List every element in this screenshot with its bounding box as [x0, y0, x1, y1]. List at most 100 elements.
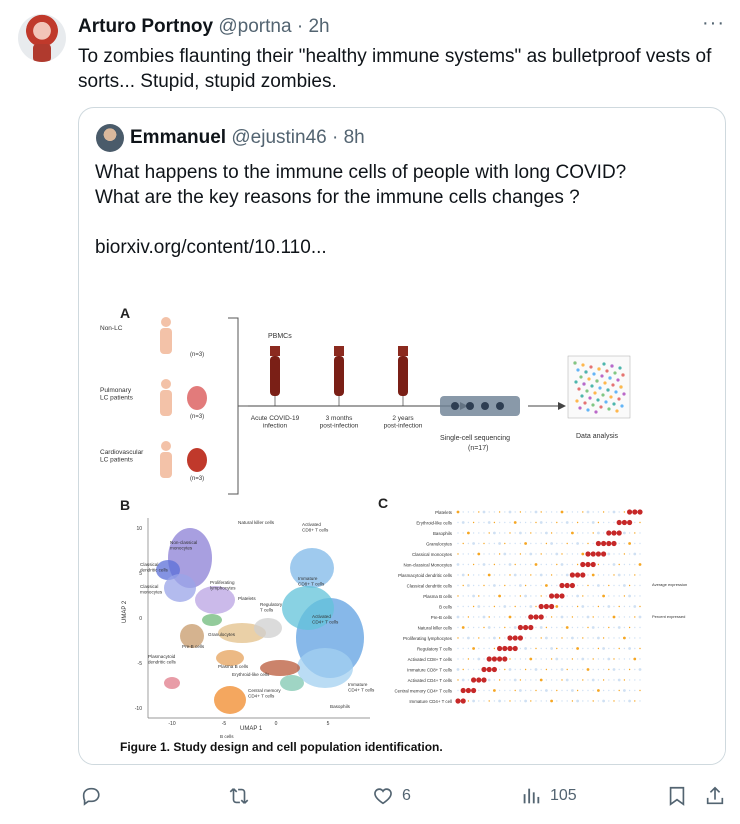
dotplot-dot	[623, 636, 626, 640]
dotplot-dot	[638, 615, 642, 619]
dotplot-dot	[498, 637, 501, 639]
person-body	[160, 328, 172, 354]
dotplot-dot	[556, 511, 558, 513]
dotplot-dot	[569, 572, 575, 578]
dotplot-row-label: B cells	[439, 605, 453, 610]
dotplot-dot	[503, 552, 507, 556]
dotplot-dot	[530, 563, 532, 566]
dotplot-dot	[455, 698, 461, 704]
author-name[interactable]: Arturo Portnoy	[78, 16, 213, 37]
dotplot-dot	[634, 521, 636, 524]
quoted-author-handle: @ejustin46	[231, 127, 327, 148]
dotplot-dot	[478, 689, 480, 692]
dotplot-dot	[524, 637, 527, 639]
tweet-time[interactable]: 2h	[308, 16, 329, 37]
dotplot-dot	[534, 668, 538, 671]
dotplot-dot	[504, 700, 506, 702]
dotplot-dot	[607, 605, 611, 608]
views-button[interactable]: 105	[520, 778, 577, 814]
dotplot-dot	[472, 605, 475, 608]
dotplot-dot	[545, 595, 548, 597]
dotplot-dot	[535, 658, 537, 660]
dotplot-dot	[457, 679, 459, 681]
dotplot-dot	[571, 521, 574, 524]
dotplot-dot	[587, 700, 589, 702]
author-handle[interactable]: @portna	[218, 16, 291, 37]
dotplot-dot	[618, 647, 620, 650]
dotplot-dot	[482, 510, 486, 514]
dotplot-dot	[556, 637, 558, 639]
dotplot-dot	[627, 519, 633, 526]
dotplot-dot	[498, 668, 501, 671]
dotplot-dot	[530, 511, 532, 513]
dotplot-dot	[539, 521, 543, 524]
dotplot-dot	[639, 700, 641, 702]
dotplot-dot	[533, 614, 539, 620]
dotplot-dot	[634, 647, 636, 650]
more-options-icon[interactable]: ···	[702, 12, 725, 35]
dotplot-dot	[556, 521, 558, 524]
dotplot-dot	[456, 615, 460, 619]
dotplot-dot	[471, 687, 477, 694]
dotplot-dot	[472, 574, 475, 576]
dotplot-dot	[462, 563, 464, 566]
dotplot-dot	[613, 584, 615, 587]
dotplot-dot	[576, 605, 579, 608]
share-button[interactable]	[704, 778, 726, 814]
like-button[interactable]: 6	[372, 778, 411, 814]
dotplot-dot	[472, 563, 475, 566]
dotplot-dot	[613, 626, 615, 629]
umap-cluster-label: B cells	[220, 734, 234, 739]
retweet-button[interactable]	[228, 778, 258, 814]
legend-average: Average expression	[652, 582, 687, 587]
dotplot-dot	[628, 647, 631, 650]
umap-cluster	[297, 648, 353, 688]
dotplot-dot	[493, 647, 496, 650]
dotplot-dot	[524, 605, 527, 608]
dotplot-dot	[524, 594, 527, 598]
blood-tube	[334, 356, 344, 396]
author-avatar[interactable]	[18, 14, 66, 62]
dotplot-dot	[462, 658, 464, 660]
dotplot-dot	[457, 521, 459, 524]
dotplot-dot	[514, 658, 516, 660]
dotplot-dots	[455, 509, 643, 704]
dotplot-dot	[608, 584, 610, 587]
umap-cluster	[214, 686, 246, 714]
dotplot-dot	[634, 584, 636, 587]
dotplot-dot	[571, 700, 574, 702]
dotplot-dot	[478, 584, 480, 587]
dotplot-dot	[498, 689, 501, 692]
umap-y-tick: 10	[136, 526, 142, 532]
dotplot-dot	[555, 552, 559, 556]
dotplot-dot	[582, 511, 584, 513]
dotplot-dot	[457, 553, 459, 555]
dotplot-dot	[540, 584, 542, 587]
attached-figure-image[interactable]: A Non-LC (n=3) Pulmonary LC patients (n=3) Ca…	[80, 288, 725, 764]
bookmark-button[interactable]	[666, 778, 688, 814]
dotplot-dot	[576, 532, 579, 534]
quoted-tweet[interactable]: Emmanuel @ejustin46 · 8h What happens to…	[78, 107, 726, 765]
umap-cluster-label: Immature CD4+ T cells	[348, 682, 375, 693]
dotplot-dot	[513, 521, 517, 524]
dotplot-dot	[472, 658, 475, 660]
dotplot-dot	[576, 616, 579, 618]
dotplot-dot	[608, 679, 610, 681]
dotplot-dot	[613, 679, 615, 681]
dotplot-dot	[586, 668, 590, 671]
dotplot-dot	[491, 666, 497, 673]
dotplot-dot	[576, 563, 579, 566]
dotplot-dot	[618, 563, 620, 566]
dotplot-dot	[592, 511, 594, 513]
dotplot-dot	[481, 677, 487, 683]
dotplot-dot	[639, 605, 641, 608]
dotplot-dot	[514, 668, 516, 671]
dotplot-dot	[493, 553, 496, 555]
dotplot-dot	[519, 574, 522, 576]
dotplot-dot	[608, 511, 610, 513]
dotplot-dot	[602, 605, 605, 608]
dotplot-dot	[617, 678, 621, 682]
reply-button[interactable]	[80, 778, 110, 814]
dotplot-dot	[519, 521, 522, 524]
dotplot-dot	[586, 615, 590, 619]
